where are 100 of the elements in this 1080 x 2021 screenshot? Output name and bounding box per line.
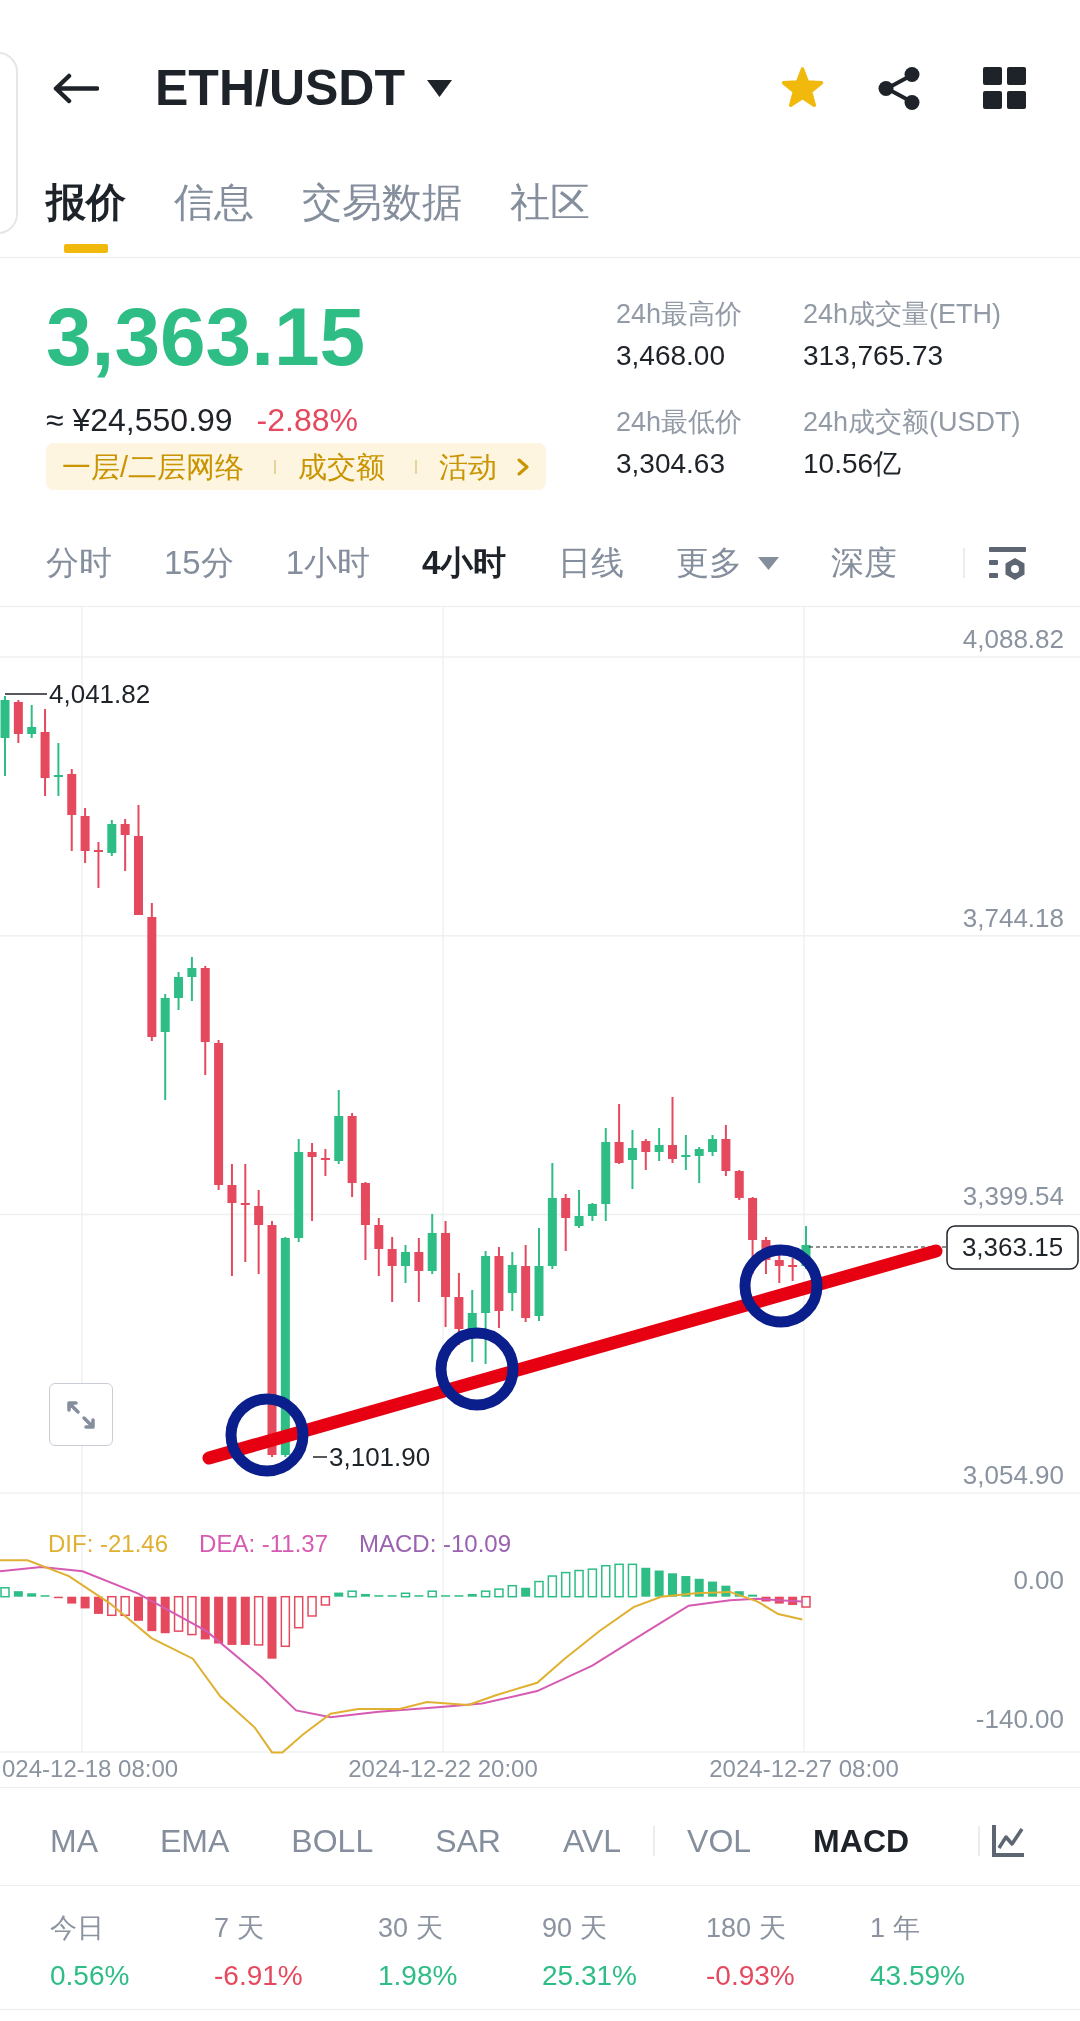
histogram-bar <box>587 1568 598 1598</box>
interval-tab[interactable]: 日线 <box>558 543 625 583</box>
price-axis-label: 4,088.82 <box>962 624 1064 654</box>
fullscreen-button[interactable] <box>49 1383 113 1446</box>
histogram-bar <box>227 1596 237 1645</box>
histogram-bar <box>427 1590 437 1598</box>
price-axis-label: 3,744.18 <box>962 902 1064 933</box>
price-axis-label: 3,399.54 <box>962 1181 1064 1212</box>
histogram-bar <box>574 1569 584 1598</box>
macd-axis-label: -140.00 <box>975 1704 1064 1734</box>
tag-link[interactable]: 活动 <box>439 448 498 485</box>
interval-tab[interactable]: 4小时 <box>422 543 507 583</box>
histogram-bar <box>668 1573 677 1597</box>
stat-value: 3,304.63 <box>616 447 725 481</box>
histogram-bar <box>173 1595 184 1632</box>
histogram-bar <box>521 1587 531 1597</box>
tag-link[interactable]: 一层/二层网络 <box>62 448 245 485</box>
chart-icon[interactable] <box>992 1824 1024 1857</box>
macd-legend-value: DIF: -21.46 <box>48 1529 169 1559</box>
indicator-tab[interactable]: BOLL <box>291 1821 374 1860</box>
interval-tab[interactable]: 深度 <box>831 543 898 583</box>
period-label: 7 天 <box>214 1912 264 1944</box>
tab[interactable]: 信息 <box>174 178 254 257</box>
histogram-bar <box>187 1595 197 1636</box>
histogram-bar <box>214 1596 224 1644</box>
tab[interactable]: 交易数据 <box>302 178 462 257</box>
indicator-tab[interactable]: EMA <box>160 1821 230 1860</box>
indicator-tab[interactable]: MA <box>50 1821 98 1860</box>
period-label: 30 天 <box>378 1912 443 1944</box>
tab[interactable]: 报价 <box>46 178 126 257</box>
indicator-tab[interactable]: AVL <box>562 1821 622 1860</box>
low-price-label: 3,101.90 <box>329 1442 431 1472</box>
period-change: -6.91% <box>214 1959 303 1993</box>
pair-dropdown[interactable]: ETH/USDT <box>155 58 452 118</box>
histogram-bar <box>67 1596 77 1604</box>
tab[interactable]: 社区 <box>510 178 590 257</box>
histogram-bar <box>293 1595 304 1629</box>
histogram-bar <box>400 1592 411 1598</box>
histogram-bar <box>107 1595 117 1617</box>
caret-icon <box>758 556 780 570</box>
time-axis-label: 2024-12-27 08:00 <box>709 1755 899 1782</box>
histogram-bar <box>307 1595 317 1617</box>
histogram-bar <box>494 1588 504 1598</box>
indicator-tab[interactable]: SAR <box>435 1821 501 1860</box>
histogram-bar <box>93 1596 103 1614</box>
caret-icon <box>427 79 452 97</box>
interval-menu[interactable]: 更多 <box>676 543 780 583</box>
histogram-bar <box>160 1596 170 1634</box>
period-change: 1.98% <box>378 1959 458 1993</box>
share-icon[interactable] <box>877 65 922 111</box>
histogram-bar <box>467 1593 477 1597</box>
indicator-tab[interactable]: MACD <box>813 1821 910 1860</box>
histogram-bar <box>694 1578 704 1597</box>
stat-label: 24h最低价 <box>616 406 743 438</box>
time-axis-label: 024-12-18 08:00 <box>2 1755 179 1782</box>
histogram-bar <box>507 1584 518 1598</box>
macd-legend-value: DEA: -11.37 <box>199 1529 328 1559</box>
histogram-bar <box>0 1587 10 1598</box>
histogram-bar <box>134 1596 143 1621</box>
histogram-bar <box>721 1585 731 1597</box>
interval-tab[interactable]: 1小时 <box>285 543 371 583</box>
fiat-price: ≈ ¥24,550.99 <box>46 402 233 438</box>
high-price-label: 4,041.82 <box>49 679 151 709</box>
last-price: 3,363.15 <box>46 296 366 378</box>
tag-link[interactable]: 成交额 <box>298 448 386 485</box>
histogram-bar <box>480 1590 491 1598</box>
histogram-bar <box>627 1563 638 1598</box>
histogram-bar <box>280 1595 291 1648</box>
histogram-bar <box>560 1571 571 1598</box>
interval-tab[interactable]: 15分 <box>164 543 234 583</box>
period-label: 180 天 <box>706 1912 786 1944</box>
macd-legend-value: MACD: -10.09 <box>359 1529 512 1559</box>
period-change: 43.59% <box>870 1959 965 1993</box>
expand-icon <box>66 1399 96 1430</box>
histogram-bar <box>240 1596 250 1645</box>
histogram-bar <box>200 1596 210 1640</box>
settings-icon[interactable] <box>989 546 1026 580</box>
indicator-tab[interactable]: VOL <box>687 1821 752 1860</box>
histogram-bar <box>53 1596 63 1599</box>
histogram-bar <box>360 1593 370 1597</box>
histogram-bar <box>80 1596 90 1609</box>
period-change: 0.56% <box>50 1959 130 1993</box>
histogram-bar <box>253 1595 264 1646</box>
histogram-bar <box>547 1575 558 1598</box>
histogram-bar <box>708 1581 718 1597</box>
stat-value: 10.56亿 <box>803 447 902 481</box>
stat-label: 24h成交量(ETH) <box>803 298 1002 330</box>
stat-label: 24h成交额(USDT) <box>803 406 1021 438</box>
low-price-leader <box>312 1456 328 1458</box>
price-change: -2.88% <box>256 402 358 438</box>
period-change: 25.31% <box>542 1959 637 1993</box>
interval-tab[interactable]: 分时 <box>46 543 112 583</box>
histogram-bar <box>734 1591 744 1597</box>
grid-icon[interactable] <box>983 67 1026 109</box>
histogram-bar <box>347 1590 357 1598</box>
back-arrow-icon[interactable] <box>52 72 99 104</box>
price-axis-label: 3,054.90 <box>962 1460 1064 1491</box>
histogram-bar <box>654 1570 664 1597</box>
histogram-bar <box>334 1592 344 1597</box>
stat-value: 3,468.00 <box>616 339 725 373</box>
